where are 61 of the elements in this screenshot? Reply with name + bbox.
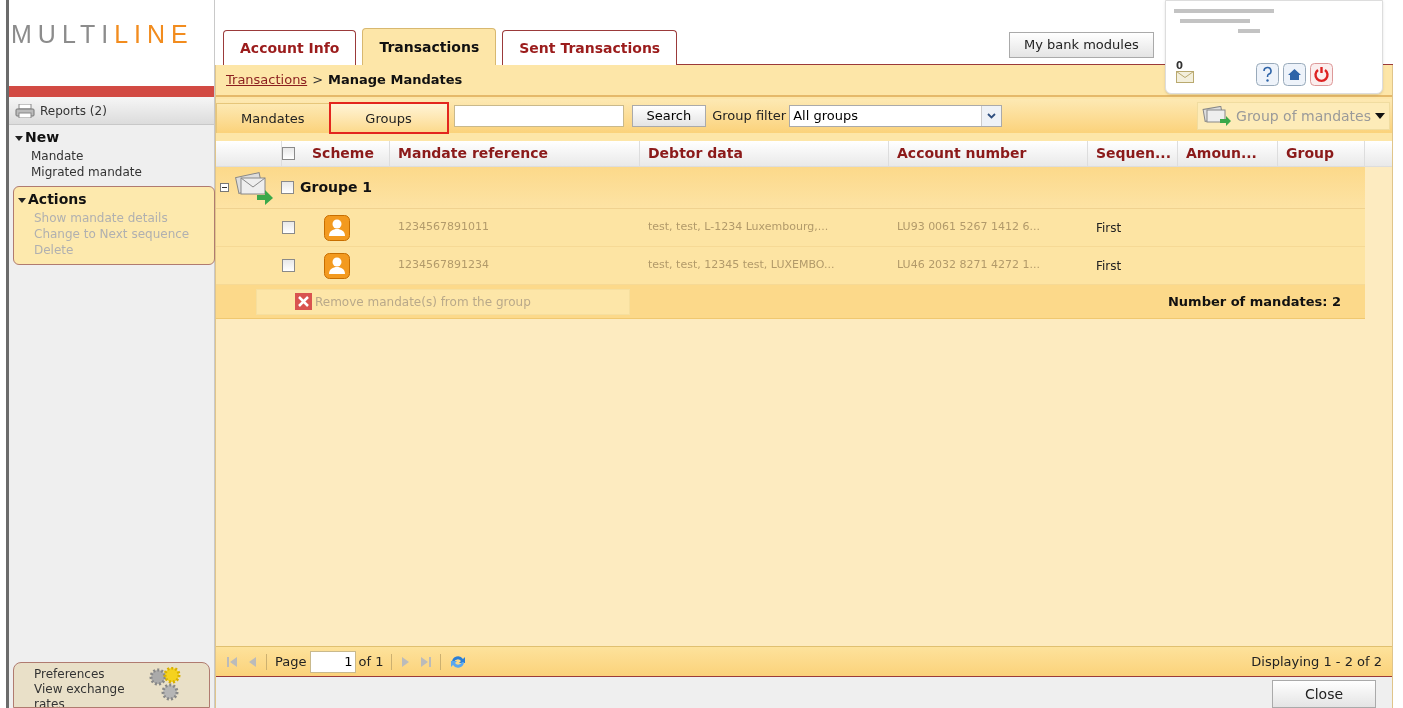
person-icon: [324, 252, 350, 279]
mandate-count: Number of mandates: 2: [1167, 292, 1342, 311]
column-header[interactable]: Scheme: [304, 141, 390, 166]
search-button[interactable]: Search: [631, 105, 707, 127]
close-icon: [295, 293, 312, 310]
chevron-down-icon: [987, 113, 997, 119]
column-header[interactable]: Sequen...: [1088, 141, 1178, 166]
last-page-icon: [420, 655, 433, 668]
bank-modules-button[interactable]: My bank modules: [1009, 32, 1154, 58]
table-cell-text: test, test, L-1234 Luxembourg,...: [647, 219, 830, 236]
column-header[interactable]: Amoun...: [1178, 141, 1278, 166]
printer-icon: [15, 103, 35, 118]
section-title[interactable]: New: [25, 127, 60, 148]
sidebar-item[interactable]: Mandate: [15, 148, 208, 164]
caret-down-icon: [1375, 113, 1385, 119]
home-icon[interactable]: [1283, 63, 1306, 86]
breadcrumb-separator: >: [312, 71, 324, 90]
checkbox[interactable]: [282, 147, 295, 160]
tab[interactable]: Sent Transactions: [502, 30, 678, 65]
filter-label: Group filter: [712, 107, 787, 126]
breadcrumb-link[interactable]: Transactions: [226, 70, 308, 90]
table-cell-text: 1234567891011: [397, 219, 490, 236]
power-icon[interactable]: [1310, 63, 1333, 86]
page-title: Manage Mandates: [328, 71, 463, 90]
search-field[interactable]: [453, 105, 624, 127]
table-cell-text: 1234567891234: [397, 257, 490, 274]
group-name: Groupe 1: [300, 178, 373, 197]
tab[interactable]: Transactions: [362, 28, 497, 65]
message-count: 0: [1176, 61, 1183, 71]
checkbox[interactable]: [281, 181, 294, 194]
page-label: Page: [275, 652, 307, 671]
close-button[interactable]: Close: [1272, 680, 1376, 708]
subtab[interactable]: Mandates: [216, 103, 330, 133]
envelopes-icon: [1202, 106, 1233, 126]
first-page-icon: [226, 655, 238, 668]
logo: MULTI LINE: [11, 22, 195, 47]
envelope-icon: [1176, 71, 1194, 83]
column-header[interactable]: Debtor data: [640, 141, 889, 166]
group-row[interactable]: Groupe 1: [216, 167, 1365, 209]
page-total: of 1: [358, 652, 384, 671]
subtab[interactable]: Groups: [329, 103, 448, 133]
tab[interactable]: Account Info: [223, 30, 357, 65]
group-filter-select[interactable]: All groups: [789, 105, 1003, 127]
envelopes-icon: [235, 170, 275, 205]
checkbox[interactable]: [282, 221, 295, 234]
sidebar-item[interactable]: Migrated mandate: [15, 164, 208, 180]
table-cell-text: LU46 2032 8271 4272 1...: [896, 257, 1042, 274]
column-header[interactable]: Mandate reference: [390, 141, 640, 166]
help-icon[interactable]: [1256, 63, 1279, 86]
checkbox[interactable]: [282, 259, 295, 272]
table-cell-text: test, test, 12345 test, LUXEMBO...: [647, 257, 836, 274]
paging-info: Displaying 1 - 2 of 2: [1251, 652, 1382, 671]
table-cell-text: First: [1095, 219, 1123, 237]
table-cell-text: LU93 0061 5267 1412 6...: [896, 219, 1042, 236]
column-header[interactable]: Group: [1278, 141, 1365, 166]
sidebar-link[interactable]: Preferences: [34, 667, 144, 682]
person-icon: [324, 214, 350, 241]
table-cell-text: First: [1095, 257, 1123, 275]
section-title[interactable]: Actions: [28, 189, 87, 210]
page-field[interactable]: 1: [310, 650, 357, 673]
column-header[interactable]: Account number: [889, 141, 1088, 166]
